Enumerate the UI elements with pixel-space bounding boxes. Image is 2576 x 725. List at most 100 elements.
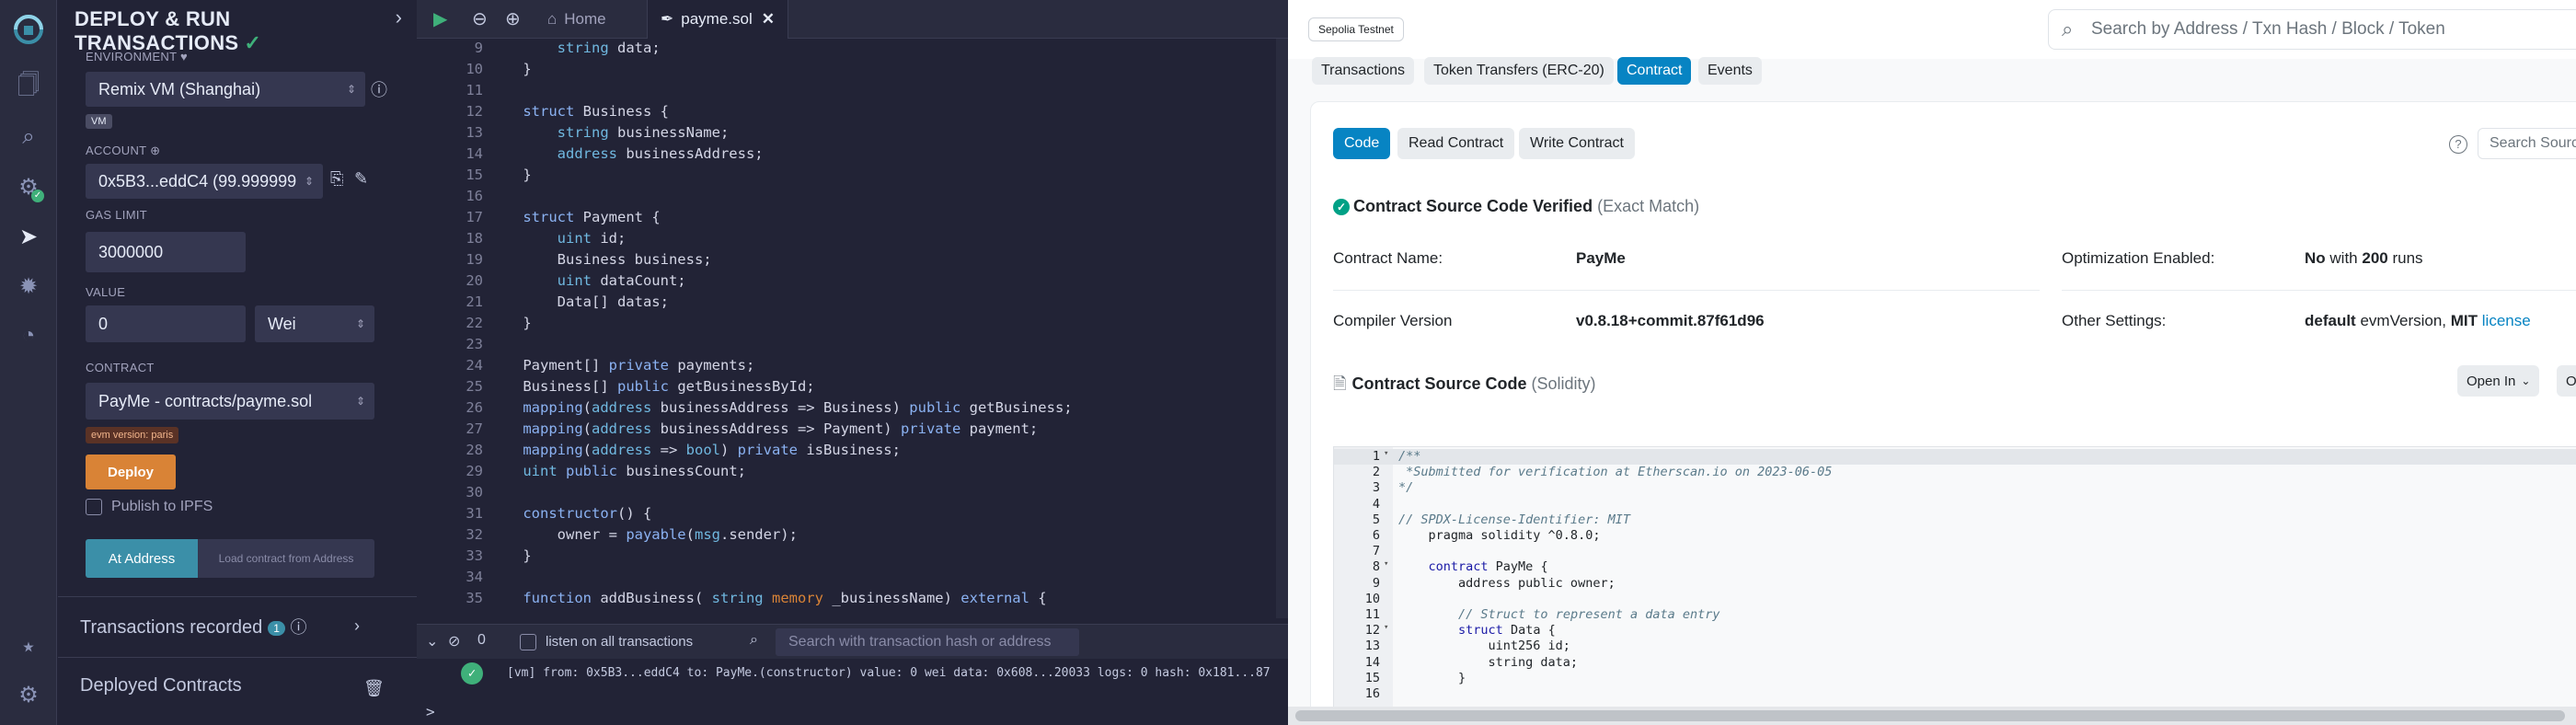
source-code-viewer[interactable]: 1 ▾/** 2 *Submitted for verification at Et… xyxy=(1333,446,2576,722)
debugger-icon[interactable]: ✹ xyxy=(11,269,46,304)
horizontal-scrollbar[interactable] xyxy=(1288,707,2576,725)
network-badge[interactable]: Sepolia Testnet xyxy=(1308,17,1404,41)
fold-arrow-icon[interactable]: ▾ xyxy=(1384,559,1388,569)
source-line[interactable]: 4 xyxy=(1334,497,2576,512)
code-line[interactable]: 29 uint public businessCount; xyxy=(417,463,1288,484)
search-icon[interactable]: ⌕ xyxy=(11,120,46,155)
code-line[interactable]: 26 mapping(address businessAddress => Bu… xyxy=(417,399,1288,420)
settings-gear-icon[interactable]: ⚙ xyxy=(11,677,46,712)
transactions-recorded[interactable]: Transactions recorded 1 ⓘ xyxy=(80,615,307,639)
code-line[interactable]: 24 Payment[] private payments; xyxy=(417,357,1288,378)
info-icon[interactable]: ⓘ xyxy=(371,77,387,101)
scrollbar-thumb[interactable] xyxy=(1295,710,2565,721)
source-line[interactable]: 16 xyxy=(1334,686,2576,702)
source-line[interactable]: 9 address public owner; xyxy=(1334,576,2576,592)
code-line[interactable]: 19 Business business; xyxy=(417,251,1288,272)
code-line[interactable]: 32 owner = payable(msg.sender); xyxy=(417,526,1288,547)
load-contract-input[interactable]: Load contract from Address xyxy=(198,539,374,578)
code-line[interactable]: 27 mapping(address businessAddress => Pa… xyxy=(417,420,1288,442)
zoom-out-icon[interactable]: ⊖ xyxy=(472,7,488,30)
copy-icon[interactable]: ⎘ xyxy=(330,169,343,189)
environment-select[interactable]: Remix VM (Shanghai) ⇕ xyxy=(86,72,365,107)
plugin-manager-icon[interactable]: ⭑ xyxy=(11,629,46,664)
deploy-button[interactable]: Deploy xyxy=(86,455,176,489)
account-select[interactable]: 0x5B3...eddC4 (99.999999 ⇕ xyxy=(86,164,323,199)
source-line[interactable]: 6 pragma solidity ^0.8.0; xyxy=(1334,528,2576,544)
code-line[interactable]: 35 function addBusiness( string memory _… xyxy=(417,590,1288,611)
source-line[interactable]: 12 ▾ struct Data { xyxy=(1334,623,2576,639)
etherscan-search-input[interactable]: ⌕ Search by Address / Txn Hash / Block / … xyxy=(2048,9,2576,50)
source-line[interactable]: 11 // Struct to represent a data entry xyxy=(1334,607,2576,623)
tab-contract[interactable]: Contract xyxy=(1617,57,1692,85)
at-address-button[interactable]: At Address xyxy=(86,539,198,578)
code-line[interactable]: 21 Data[] datas; xyxy=(417,293,1288,315)
edit-icon[interactable]: ✎ xyxy=(354,169,368,189)
chevron-right-icon[interactable]: › xyxy=(354,616,360,636)
code-line[interactable]: 11 xyxy=(417,82,1288,103)
tab-token-transfers[interactable]: Token Transfers (ERC-20) xyxy=(1424,57,1614,85)
run-play-icon[interactable]: ▶ xyxy=(433,7,447,30)
source-line[interactable]: 5 // SPDX-License-Identifier: MIT xyxy=(1334,512,2576,528)
editor-scrollbar[interactable] xyxy=(1276,39,1288,618)
code-line[interactable]: 18 uint id; xyxy=(417,230,1288,251)
code-line[interactable]: 12 struct Business { xyxy=(417,103,1288,124)
code-line[interactable]: 28 mapping(address => bool) private isBu… xyxy=(417,442,1288,463)
fold-arrow-icon[interactable]: ▾ xyxy=(1384,623,1388,632)
collapse-terminal-icon[interactable]: ⌄ xyxy=(426,632,438,650)
tab-home[interactable]: ⌂ Home xyxy=(535,0,619,39)
subtab-read-contract[interactable]: Read Contract xyxy=(1397,128,1515,159)
tab-transactions[interactable]: Transactions xyxy=(1312,57,1414,85)
close-icon[interactable]: ✕ xyxy=(762,10,775,29)
source-line[interactable]: 3 */ xyxy=(1334,480,2576,496)
chevron-right-icon[interactable]: › xyxy=(396,6,402,29)
code-line[interactable]: 9 string data; xyxy=(417,40,1288,61)
code-line[interactable]: 30 xyxy=(417,484,1288,505)
trash-icon[interactable]: 🗑 xyxy=(363,679,385,698)
license-link[interactable]: license xyxy=(2482,312,2531,329)
source-line[interactable]: 2 *Submitted for verification at Ethersc… xyxy=(1334,465,2576,480)
source-line[interactable]: 14 string data; xyxy=(1334,655,2576,671)
zoom-in-icon[interactable]: ⊕ xyxy=(505,7,521,30)
code-line[interactable]: 22 } xyxy=(417,315,1288,336)
code-line[interactable]: 17 struct Payment { xyxy=(417,209,1288,230)
analytics-icon[interactable]: ◔ xyxy=(11,318,46,353)
outline-button[interactable]: Ou xyxy=(2557,365,2576,397)
contract-select[interactable]: PayMe - contracts/payme.sol ⇕ xyxy=(86,383,374,420)
code-line[interactable]: 20 uint dataCount; xyxy=(417,272,1288,293)
terminal-prompt[interactable]: > xyxy=(426,703,435,720)
code-editor[interactable]: 9 string data; 10 } 11 12 struct Business {… xyxy=(417,39,1288,618)
source-line[interactable]: 10 xyxy=(1334,592,2576,607)
terminal-search-input[interactable]: Search with transaction hash or address xyxy=(776,628,1079,656)
value-input[interactable]: 0 xyxy=(86,305,246,342)
code-line[interactable]: 16 xyxy=(417,188,1288,209)
source-line[interactable]: 13 uint256 id; xyxy=(1334,639,2576,654)
code-line[interactable]: 34 xyxy=(417,569,1288,590)
code-line[interactable]: 33 } xyxy=(417,547,1288,569)
code-line[interactable]: 13 string businessName; xyxy=(417,124,1288,145)
code-line[interactable]: 14 address businessAddress; xyxy=(417,145,1288,167)
code-line[interactable]: 25 Business[] public getBusinessById; xyxy=(417,378,1288,399)
gas-limit-input[interactable]: 3000000 xyxy=(86,232,246,272)
code-line[interactable]: 31 constructor() { xyxy=(417,505,1288,526)
code-line[interactable]: 10 } xyxy=(417,61,1288,82)
solidity-compiler-icon[interactable]: ⚙ ✓ xyxy=(11,169,46,204)
source-line[interactable]: 1 ▾ /** xyxy=(1334,449,2576,466)
subtab-write-contract[interactable]: Write Contract xyxy=(1519,128,1635,159)
source-line[interactable]: 7 xyxy=(1334,544,2576,559)
publish-ipfs-checkbox[interactable] xyxy=(86,499,102,515)
fold-arrow-icon[interactable]: ▾ xyxy=(1384,449,1388,458)
listen-checkbox[interactable] xyxy=(520,634,536,650)
help-icon[interactable]: ? xyxy=(2449,135,2467,154)
file-explorer-icon[interactable]: 🗍 xyxy=(11,70,46,105)
open-in-button[interactable]: Open In ⌄ xyxy=(2457,365,2540,397)
source-line[interactable]: 8 ▾ contract PayMe { xyxy=(1334,559,2576,575)
value-unit-select[interactable]: Wei ⇕ xyxy=(255,305,374,342)
subtab-code[interactable]: Code xyxy=(1333,128,1391,159)
clear-terminal-icon[interactable]: ⊘ xyxy=(448,632,460,650)
code-line[interactable]: 15 } xyxy=(417,167,1288,188)
code-line[interactable]: 23 xyxy=(417,336,1288,357)
remix-logo-icon[interactable] xyxy=(7,7,50,50)
tab-payme-sol[interactable]: ✒ payme.sol ✕ xyxy=(647,0,788,39)
source-line[interactable]: 15 } xyxy=(1334,671,2576,686)
tab-events[interactable]: Events xyxy=(1698,57,1762,85)
